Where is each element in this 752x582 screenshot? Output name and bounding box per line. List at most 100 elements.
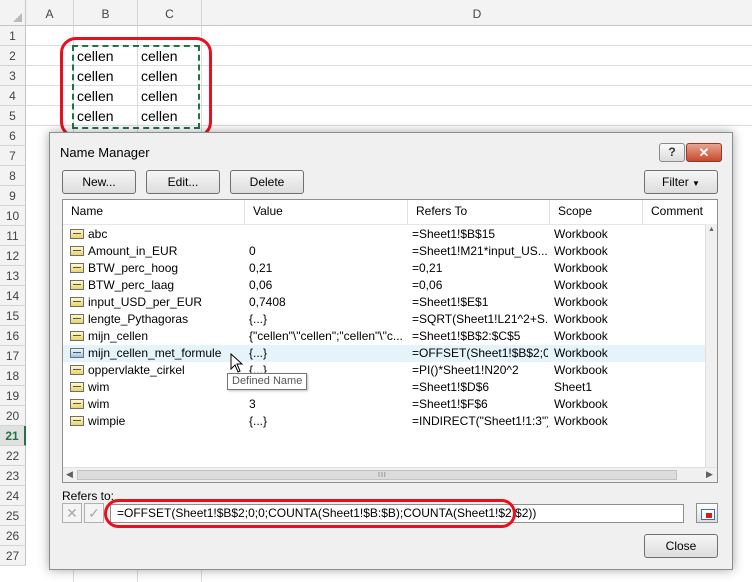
list-item[interactable]: mijn_cellen_met_formule {...} =OFFSET(Shee… [63,345,707,362]
row-refers-to: =INDIRECT("Sheet1!1:3") [412,414,548,428]
row-header[interactable]: 20 [0,406,26,426]
row-header[interactable]: 23 [0,466,26,486]
row-scope: Sheet1 [554,380,593,394]
defined-name-icon [70,263,84,273]
row-scope: Workbook [554,414,608,428]
header-value[interactable]: Value [245,200,408,224]
row-header[interactable]: 3 [0,66,26,86]
list-item[interactable]: BTW_perc_laag 0,06 =0,06 Workbook [63,277,707,294]
defined-name-icon [70,280,84,290]
row-value: 0,7408 [249,295,286,309]
row-refers-to: =OFFSET(Sheet1!$B$2;0... [412,346,548,360]
collapse-dialog-icon[interactable] [696,503,718,523]
scroll-right-icon[interactable]: ▶ [706,469,713,480]
header-divider [63,224,717,225]
list-item[interactable]: wimpie {...} =INDIRECT("Sheet1!1:3") Workbo… [63,413,707,430]
row-value: {...} [249,414,268,428]
close-x-button[interactable]: ✕ [686,143,722,162]
edit-button[interactable]: Edit... [146,170,220,194]
row-header[interactable]: 22 [0,446,26,466]
defined-name-icon [70,331,84,341]
row-scope: Workbook [554,261,608,275]
row-header[interactable]: 13 [0,266,26,286]
header-scope[interactable]: Scope [550,200,643,224]
cancel-x-icon[interactable]: ✕ [62,503,82,523]
dialog-titlebar[interactable]: Name Manager ? ✕ [50,133,732,167]
row-header[interactable]: 12 [0,246,26,266]
row-header[interactable]: 25 [0,506,26,526]
row-scope: Workbook [554,397,608,411]
list-item[interactable]: Amount_in_EUR 0 =Sheet1!M21*input_US... Wor… [63,243,707,260]
list-item[interactable]: mijn_cellen {"cellen"\"cellen";"cellen"\"… [63,328,707,345]
header-refers-to[interactable]: Refers To [408,200,550,224]
row-header[interactable]: 14 [0,286,26,306]
list-item[interactable]: BTW_perc_hoog 0,21 =0,21 Workbook [63,260,707,277]
help-button[interactable]: ? [659,143,685,162]
row-value: {"cellen"\"cellen";"cellen"\"c... [249,329,403,343]
defined-name-icon [70,297,84,307]
row-name: wim [88,397,110,411]
row-header[interactable]: 2 [0,46,26,66]
row-scope: Workbook [554,244,608,258]
row-header[interactable]: 1 [0,26,26,46]
row-header[interactable]: 9 [0,186,26,206]
row-header-active[interactable]: 21 [0,426,26,446]
filter-button[interactable]: Filter ▼ [644,170,718,194]
row-name: mijn_cellen_met_formule [88,346,222,360]
row-refers-to: =Sheet1!M21*input_US... [412,244,548,258]
row-name: abc [88,227,108,241]
scroll-up-icon[interactable]: ▲ [708,226,715,233]
row-name: mijn_cellen [88,329,149,343]
row-header[interactable]: 15 [0,306,26,326]
header-name[interactable]: Name [63,200,245,224]
close-button[interactable]: Close [644,534,718,558]
list-item[interactable]: lengte_Pythagoras {...} =SQRT(Sheet1!L21^2… [63,311,707,328]
defined-name-icon [70,416,84,426]
row-value: 3 [249,397,256,411]
row-header[interactable]: 17 [0,346,26,366]
row-header[interactable]: 18 [0,366,26,386]
row-scope: Workbook [554,295,608,309]
row-header[interactable]: 5 [0,106,26,126]
row-scope: Workbook [554,346,608,360]
named-range-icon [70,348,84,358]
row-name: lengte_Pythagoras [88,312,189,326]
row-header[interactable]: 6 [0,126,26,146]
select-all-corner[interactable] [0,0,26,26]
list-item[interactable]: wim =Sheet1!$D$6 Sheet1 [63,379,707,396]
row-header[interactable]: 8 [0,166,26,186]
row-header[interactable]: 10 [0,206,26,226]
row-header[interactable]: 7 [0,146,26,166]
defined-name-icon [70,382,84,392]
list-item[interactable]: oppervlakte_cirkel {...} =PI()*Sheet1!N20^… [63,362,707,379]
column-header-d[interactable]: D [202,0,752,26]
row-header[interactable]: 26 [0,526,26,546]
names-list[interactable]: Name Value Refers To Scope Comment abc =S… [62,199,718,483]
delete-button[interactable]: Delete [230,170,304,194]
vertical-scrollbar[interactable]: ▲ [705,224,717,468]
scroll-left-icon[interactable]: ◀ [66,469,73,480]
row-header[interactable]: 19 [0,386,26,406]
list-item[interactable]: wim 3 =Sheet1!$F$6 Workbook [63,396,707,413]
scroll-thumb[interactable]: III [77,470,677,480]
column-header-c[interactable]: C [138,0,202,26]
row-refers-to: =Sheet1!$F$6 [412,397,488,411]
row-name: Amount_in_EUR [88,244,178,258]
header-comment[interactable]: Comment [643,200,717,224]
column-header-b[interactable]: B [74,0,138,26]
new-button[interactable]: New... [62,170,136,194]
column-header-a[interactable]: A [26,0,74,26]
list-item[interactable]: input_USD_per_EUR 0,7408 =Sheet1!$E$1 Workb… [63,294,707,311]
row-header[interactable]: 11 [0,226,26,246]
row-header[interactable]: 16 [0,326,26,346]
row-header[interactable]: 24 [0,486,26,506]
row-header[interactable]: 27 [0,546,26,566]
defined-name-icon [70,365,84,375]
row-header[interactable]: 4 [0,86,26,106]
row-refers-to: =Sheet1!$D$6 [412,380,490,394]
row-value: 0,21 [249,261,273,275]
row-refers-to: =Sheet1!$E$1 [412,295,489,309]
list-item[interactable]: abc =Sheet1!$B$15 Workbook [63,226,707,243]
horizontal-scrollbar[interactable]: ◀ III ▶ [63,467,717,482]
confirm-check-icon[interactable]: ✓ [84,503,104,523]
